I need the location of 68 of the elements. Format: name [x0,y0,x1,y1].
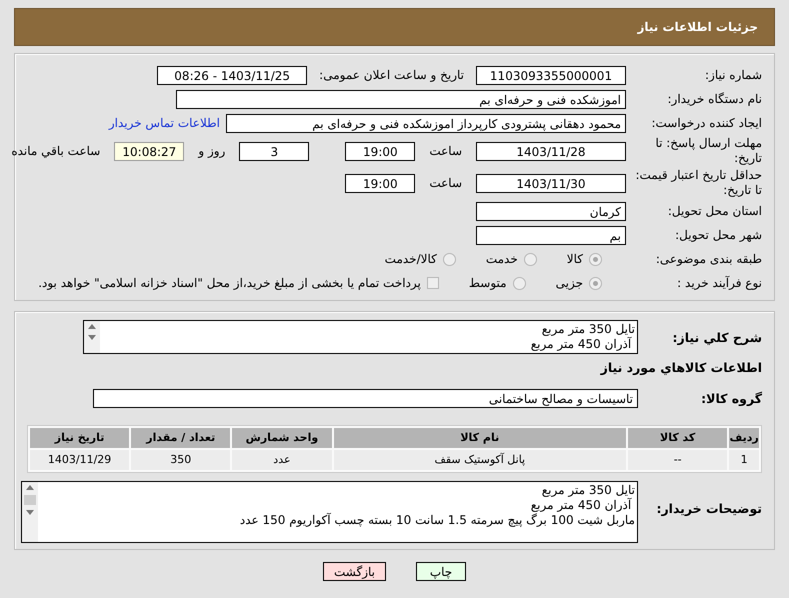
scroll-down-icon[interactable] [88,335,96,340]
remaining-time-field: 10:08:27 [114,142,184,160]
need-number-field: 1103093355000001 [476,66,626,84]
time-field: 19:00 [345,142,416,160]
contact-link[interactable]: اطلاعات تماس خریدار [108,116,220,130]
column-header: نام کالا [334,428,626,448]
table-cell: پانل آکوستیک سقف [334,450,626,470]
column-header: واحد شمارش [232,428,332,448]
radio-button[interactable] [512,276,526,290]
buyer-field: اموزشکده فنی و حرفه‌ای بم [176,90,626,108]
field-label: شماره نیاز: [704,68,762,82]
field-label: شهر محل تحویل: [674,228,762,242]
scroll-up-icon[interactable] [26,485,34,490]
scroll-up-icon[interactable] [88,324,96,329]
checkbox-label: پرداخت تمام یا بخشی از مبلغ خرید،از محل "اسناد خزانه اسلامی" خواهد بود. [38,276,421,290]
field-label: استان محل تحویل: [666,204,762,218]
scroll-thumb[interactable] [24,495,36,505]
section-heading: اطلاعات کالاهاي مورد نياز [599,360,762,375]
radio-button[interactable] [589,252,602,266]
radio-button[interactable] [589,276,602,290]
field-label: طبقه بندی موضوعی: [654,252,762,266]
checkbox[interactable] [426,277,439,289]
radio-label: خدمت [486,252,518,266]
table-cell: -- [628,450,728,470]
field-label: تاریخ و ساعت اعلان عمومی: [319,68,464,82]
column-header: کد کالا [628,428,728,448]
column-header: تعداد / مقدار [131,428,230,448]
requester-field: محمود دهقانی پشترودی کارپرداز اموزشکده فنی و حرفه‌ای بم [226,114,626,132]
table-cell: عدد [232,450,332,470]
print-button[interactable]: چاپ [416,562,466,581]
field-label: شرح کلي نياز: [672,330,762,344]
time-field: 19:00 [345,174,416,192]
field-label: حداقل تاریخ اعتبار قیمت: تا تاریخ: [634,168,762,198]
time-label: ساعت [429,176,462,190]
goods-group-field: تاسیسات و مصالح ساختمانی [93,388,638,408]
radio-button[interactable] [442,252,456,266]
city-field: بم [476,226,626,244]
field-label: نوع فرآیند خرید : [676,276,762,290]
buyer-notes-field: تایل 350 متر مربع آذران 450 متر مربع ماربل شیت 100 برگ پیچ سرمته 1.5 سانت 10 بسته چسب آکواریوم 150 عدد [21,481,638,543]
announce-date-field: 1403/11/25 - 08:26 [157,66,308,84]
time-label: ساعت [429,144,462,158]
radio-label: کالا/خدمت [384,252,437,266]
field-label: گروه کالا: [700,390,762,406]
table-cell: 1403/11/29 [30,450,130,470]
days-field: 3 [239,142,310,160]
table-cell: 350 [131,450,230,470]
field-label: ایجاد کننده درخواست: [650,116,762,130]
radio-label: متوسط [468,276,507,290]
days-label: روز و [198,144,226,158]
back-button[interactable]: بازگشت [323,562,386,581]
radio-label: جزیی [556,276,583,290]
radio-button[interactable] [524,252,537,266]
remaining-label: ساعت باقي مانده [11,144,100,158]
table-cell: 1 [729,450,759,470]
province-field: کرمان [476,202,626,220]
date-field: 1403/11/30 [476,174,626,192]
scroll-down-icon[interactable] [26,510,34,515]
field-label: نام دستگاه خریدار: [666,92,762,106]
date-field: 1403/11/28 [476,142,626,160]
field-label: مهلت ارسال پاسخ: تا تاریخ: [654,136,762,166]
column-header: ردیف [729,428,759,448]
radio-label: کالا [566,252,583,266]
description-field: تایل 350 متر مربع آذران 450 متر مربع [83,320,638,354]
column-header: تاریخ نیاز [30,428,130,448]
scrollbar[interactable] [84,321,100,353]
field-label: توضیحات خریدار: [655,501,762,516]
scrollbar[interactable] [22,482,38,542]
page-title: جزئیات اطلاعات نیاز [637,20,758,34]
